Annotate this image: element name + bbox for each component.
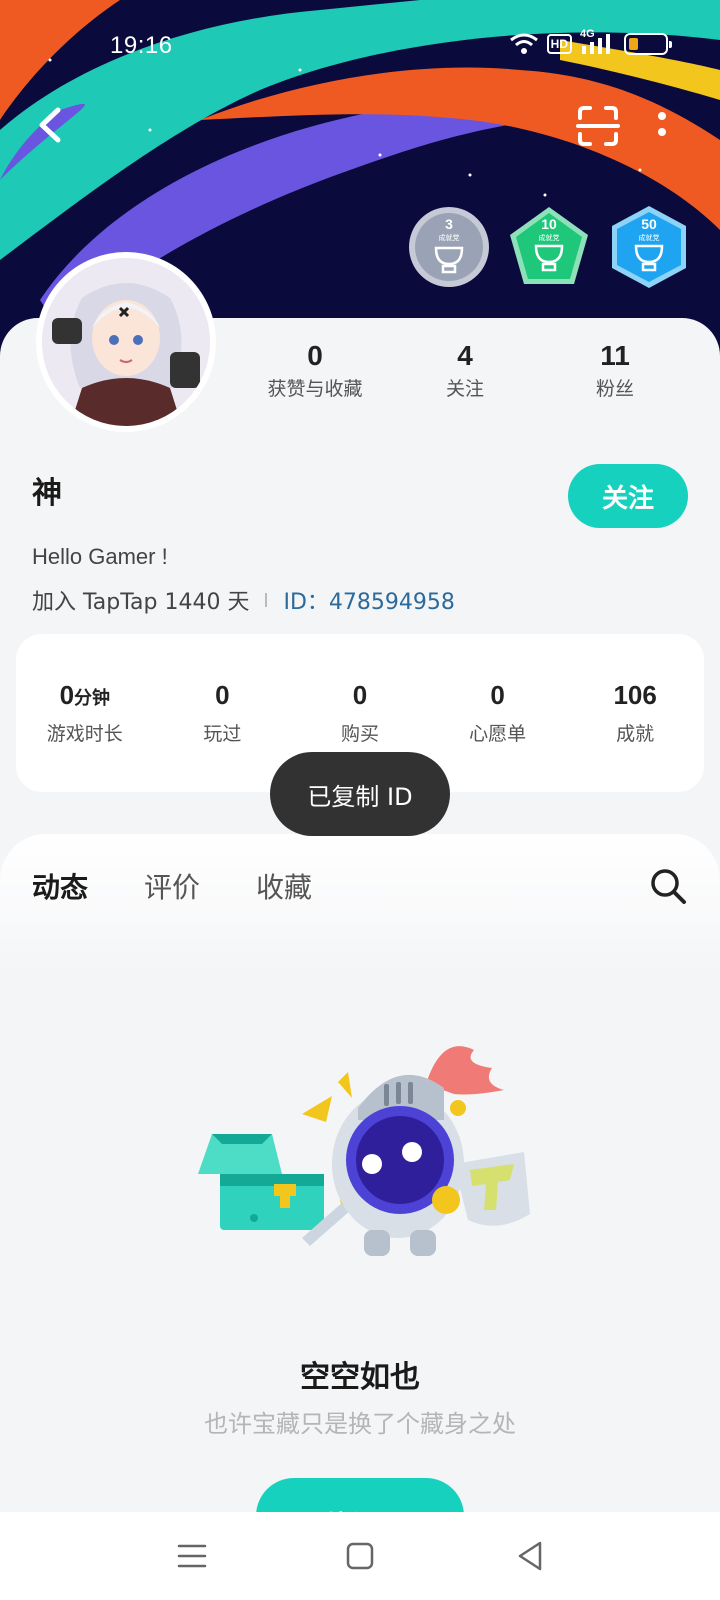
game-stat-playtime[interactable]: 0分钟 游戏时长 xyxy=(25,680,145,792)
badge-value: 50 xyxy=(641,216,657,232)
avatar-image xyxy=(42,258,210,426)
menu-icon[interactable] xyxy=(170,1534,214,1578)
back-arrow-icon[interactable] xyxy=(28,100,72,150)
tab-favorites[interactable]: 收藏 xyxy=(256,866,312,916)
copied-toast: 已复制 ID xyxy=(270,752,450,836)
game-stat-unit: 分钟 xyxy=(74,688,111,708)
wifi-icon xyxy=(509,33,538,54)
achievement-badge-blue[interactable]: 50 成就党 xyxy=(606,204,692,290)
follow-button[interactable]: 关注 xyxy=(568,464,688,528)
battery-icon xyxy=(624,33,672,55)
stat-label: 关注 xyxy=(445,378,484,400)
game-stat-wishlist[interactable]: 0 心愿单 xyxy=(438,680,558,792)
stat-label: 粉丝 xyxy=(595,378,634,400)
game-stat-value: 0 xyxy=(59,680,75,710)
tab-label: 动态 xyxy=(32,871,89,904)
stat-value: 4 xyxy=(457,340,473,371)
stat-followers[interactable]: 11 粉丝 xyxy=(560,340,670,401)
meta-divider xyxy=(265,593,268,607)
achievement-badges: 3 成就党 10 成就党 50 成就党 xyxy=(406,204,692,290)
home-square-icon[interactable] xyxy=(338,1534,382,1578)
badge-label: 成就党 xyxy=(538,235,560,242)
game-stat-value: 0 xyxy=(352,680,368,710)
username: 神 xyxy=(32,476,62,511)
user-meta: 加入 TapTap 1440 天 ID：478594958 xyxy=(32,584,455,616)
game-stat-label: 游戏时长 xyxy=(46,723,123,745)
more-vertical-icon[interactable] xyxy=(652,108,672,144)
content-panel: 动态 评价 收藏 空空如也 也许宝藏只是换了个藏身之处 xyxy=(0,834,720,1554)
game-stat-label: 成就 xyxy=(616,723,655,745)
hd-badge: HD xyxy=(546,34,572,54)
game-stat-label: 购买 xyxy=(340,723,379,745)
stat-value: 11 xyxy=(600,340,630,371)
badge-label: 成就党 xyxy=(438,235,460,242)
game-stat-value: 0 xyxy=(215,680,230,710)
stat-label: 获赞与收藏 xyxy=(267,378,363,400)
status-icons: HD 4G xyxy=(509,28,672,56)
empty-state-illustration xyxy=(198,1046,530,1256)
tab-reviews[interactable]: 评价 xyxy=(144,866,200,916)
tab-label: 收藏 xyxy=(256,871,313,904)
achievement-badge-bronze[interactable]: 3 成就党 xyxy=(406,204,492,290)
game-stat-played[interactable]: 0 玩过 xyxy=(162,680,282,792)
profile-stats: 0 获赞与收藏 4 关注 11 粉丝 xyxy=(240,340,690,401)
back-triangle-icon[interactable] xyxy=(508,1534,552,1578)
game-stat-achievements[interactable]: 106 成就 xyxy=(575,680,695,792)
signal-icon: 4G xyxy=(580,28,616,56)
status-bar: 19:16 HD 4G xyxy=(0,0,720,90)
avatar[interactable] xyxy=(36,252,216,432)
stat-likes[interactable]: 0 获赞与收藏 xyxy=(260,340,370,401)
achievement-badge-green[interactable]: 10 成就党 xyxy=(506,204,592,290)
tab-active-indicator xyxy=(32,904,89,912)
badge-value: 3 xyxy=(445,216,453,232)
tab-feed[interactable]: 动态 xyxy=(32,866,89,916)
stat-value: 0 xyxy=(307,340,323,371)
user-id-link[interactable]: ID：478594958 xyxy=(283,584,454,616)
empty-state-subtitle: 也许宝藏只是换了个藏身之处 xyxy=(204,1410,516,1438)
game-stat-value: 106 xyxy=(613,680,657,710)
join-duration: 加入 TapTap 1440 天 xyxy=(32,590,250,615)
game-stat-value: 0 xyxy=(490,680,505,710)
scan-icon[interactable] xyxy=(576,104,620,148)
empty-state-title: 空空如也 xyxy=(300,1360,420,1395)
battery-level xyxy=(629,38,638,50)
game-stat-label: 玩过 xyxy=(203,723,242,745)
badge-value: 10 xyxy=(541,216,557,232)
system-nav-bar xyxy=(0,1512,720,1600)
user-bio: Hello Gamer ! xyxy=(32,544,168,569)
status-time: 19:16 xyxy=(110,32,173,59)
network-label: 4G xyxy=(580,28,595,40)
profile-tabs: 动态 评价 收藏 xyxy=(32,866,312,916)
badge-label: 成就党 xyxy=(638,235,660,242)
stat-following[interactable]: 4 关注 xyxy=(410,340,520,401)
search-icon[interactable] xyxy=(648,866,688,906)
game-stat-label: 心愿单 xyxy=(469,723,527,745)
tab-label: 评价 xyxy=(144,871,201,904)
